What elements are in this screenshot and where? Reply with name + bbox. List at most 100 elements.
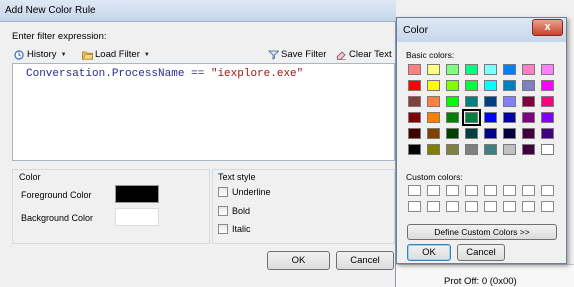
foreground-color-swatch[interactable] (115, 185, 159, 203)
basic-color-swatch[interactable] (446, 64, 459, 75)
custom-color-swatch[interactable] (503, 201, 516, 212)
ok-button[interactable]: OK (267, 251, 330, 270)
custom-color-swatch[interactable] (446, 185, 459, 196)
cancel-button[interactable]: Cancel (336, 251, 394, 270)
basic-color-swatch[interactable] (541, 80, 554, 91)
basic-color-swatch[interactable] (427, 144, 440, 155)
history-label: History (27, 49, 57, 60)
basic-color-swatch[interactable] (427, 64, 440, 75)
basic-color-swatch[interactable] (427, 128, 440, 139)
basic-color-swatch[interactable] (408, 128, 421, 139)
filter-expression-label: Enter filter expression: (12, 31, 107, 42)
basic-color-swatch[interactable] (465, 64, 478, 75)
basic-color-swatch[interactable] (503, 144, 516, 155)
basic-color-swatch[interactable] (484, 144, 497, 155)
color-group-title: Color (19, 172, 41, 182)
basic-color-swatch[interactable] (465, 128, 478, 139)
clear-text-button[interactable]: Clear Text (336, 46, 392, 63)
basic-color-swatch[interactable] (541, 112, 554, 123)
basic-color-swatch[interactable] (484, 80, 497, 91)
basic-color-swatch[interactable] (408, 144, 421, 155)
basic-color-swatch[interactable] (503, 80, 516, 91)
basic-color-swatch[interactable] (427, 112, 440, 123)
basic-color-swatch[interactable] (522, 80, 535, 91)
history-button[interactable]: History ▼ (14, 46, 67, 63)
basic-color-swatch[interactable] (484, 64, 497, 75)
close-button[interactable]: x (532, 19, 563, 36)
save-filter-button[interactable]: Save Filter (268, 46, 326, 63)
custom-color-swatch[interactable] (427, 185, 440, 196)
basic-color-swatch[interactable] (465, 96, 478, 107)
basic-color-swatch[interactable] (408, 96, 421, 107)
basic-color-swatch[interactable] (462, 109, 481, 126)
define-custom-colors-button[interactable]: Define Custom Colors >> (407, 224, 557, 240)
basic-color-swatch[interactable] (541, 144, 554, 155)
color-group: Color Foreground Color Background Color (12, 169, 210, 244)
bold-checkbox[interactable]: Bold (218, 206, 250, 216)
basic-color-swatch[interactable] (465, 144, 478, 155)
basic-color-swatch[interactable] (408, 112, 421, 123)
background-color-swatch[interactable] (115, 208, 159, 226)
dialog-titlebar[interactable]: Add New Color Rule (0, 0, 396, 22)
custom-color-swatch[interactable] (465, 185, 478, 196)
custom-color-swatch[interactable] (522, 185, 535, 196)
basic-color-swatch[interactable] (484, 128, 497, 139)
custom-color-swatch[interactable] (408, 185, 421, 196)
custom-color-swatch[interactable] (522, 201, 535, 212)
close-icon: x (544, 21, 551, 33)
custom-color-swatch[interactable] (408, 201, 421, 212)
basic-color-swatch[interactable] (446, 144, 459, 155)
basic-color-swatch[interactable] (541, 128, 554, 139)
chevron-down-icon: ▼ (143, 51, 150, 58)
basic-color-swatch[interactable] (427, 96, 440, 107)
text-style-group: Text style Underline Bold Italic (212, 169, 395, 244)
custom-color-swatch[interactable] (541, 201, 554, 212)
custom-color-swatch[interactable] (541, 185, 554, 196)
basic-colors-label: Basic colors: (406, 50, 455, 60)
filter-expression-text: Conversation.ProcessName == "iexplore.ex… (26, 68, 303, 80)
load-filter-label: Load Filter (95, 49, 140, 60)
custom-color-swatch[interactable] (427, 201, 440, 212)
basic-color-swatch[interactable] (503, 64, 516, 75)
custom-color-swatch[interactable] (465, 201, 478, 212)
italic-checkbox[interactable]: Italic (218, 224, 251, 234)
custom-color-swatch[interactable] (503, 185, 516, 196)
custom-color-swatch[interactable] (446, 201, 459, 212)
basic-color-swatch[interactable] (541, 64, 554, 75)
underline-checkbox[interactable]: Underline (218, 187, 271, 197)
load-filter-button[interactable]: Load Filter ▼ (82, 46, 150, 63)
basic-color-swatch[interactable] (446, 128, 459, 139)
bold-label: Bold (232, 206, 251, 216)
dialog-title: Add New Color Rule (5, 5, 96, 16)
color-cancel-button[interactable]: Cancel (457, 244, 505, 261)
basic-color-swatch[interactable] (522, 96, 535, 107)
basic-color-swatch[interactable] (465, 80, 478, 91)
folder-open-icon (82, 50, 94, 60)
basic-color-swatch[interactable] (503, 128, 516, 139)
basic-color-swatch[interactable] (522, 144, 535, 155)
basic-color-swatch[interactable] (522, 128, 535, 139)
filter-expression-editor[interactable]: Conversation.ProcessName == "iexplore.ex… (12, 63, 395, 161)
basic-color-swatch[interactable] (522, 64, 535, 75)
basic-color-swatch[interactable] (446, 96, 459, 107)
custom-color-swatch[interactable] (484, 201, 497, 212)
basic-color-swatch[interactable] (446, 112, 459, 123)
checkbox-box (218, 187, 228, 197)
basic-color-swatch[interactable] (503, 112, 516, 123)
basic-color-swatch[interactable] (446, 80, 459, 91)
basic-color-swatch[interactable] (484, 112, 497, 123)
text-style-group-title: Text style (218, 172, 256, 182)
basic-color-swatch[interactable] (408, 80, 421, 91)
basic-color-swatch[interactable] (541, 96, 554, 107)
background-color-label: Background Color (21, 213, 94, 223)
custom-color-swatch[interactable] (484, 185, 497, 196)
basic-color-swatch[interactable] (522, 112, 535, 123)
basic-color-swatch[interactable] (484, 96, 497, 107)
basic-color-swatch[interactable] (503, 96, 516, 107)
chevron-down-icon: ▼ (60, 51, 67, 58)
custom-colors-label: Custom colors: (406, 172, 463, 182)
basic-color-swatch[interactable] (427, 80, 440, 91)
color-ok-button[interactable]: OK (407, 244, 451, 261)
basic-color-swatch[interactable] (408, 64, 421, 75)
color-dialog-titlebar[interactable]: Color x (397, 18, 566, 42)
